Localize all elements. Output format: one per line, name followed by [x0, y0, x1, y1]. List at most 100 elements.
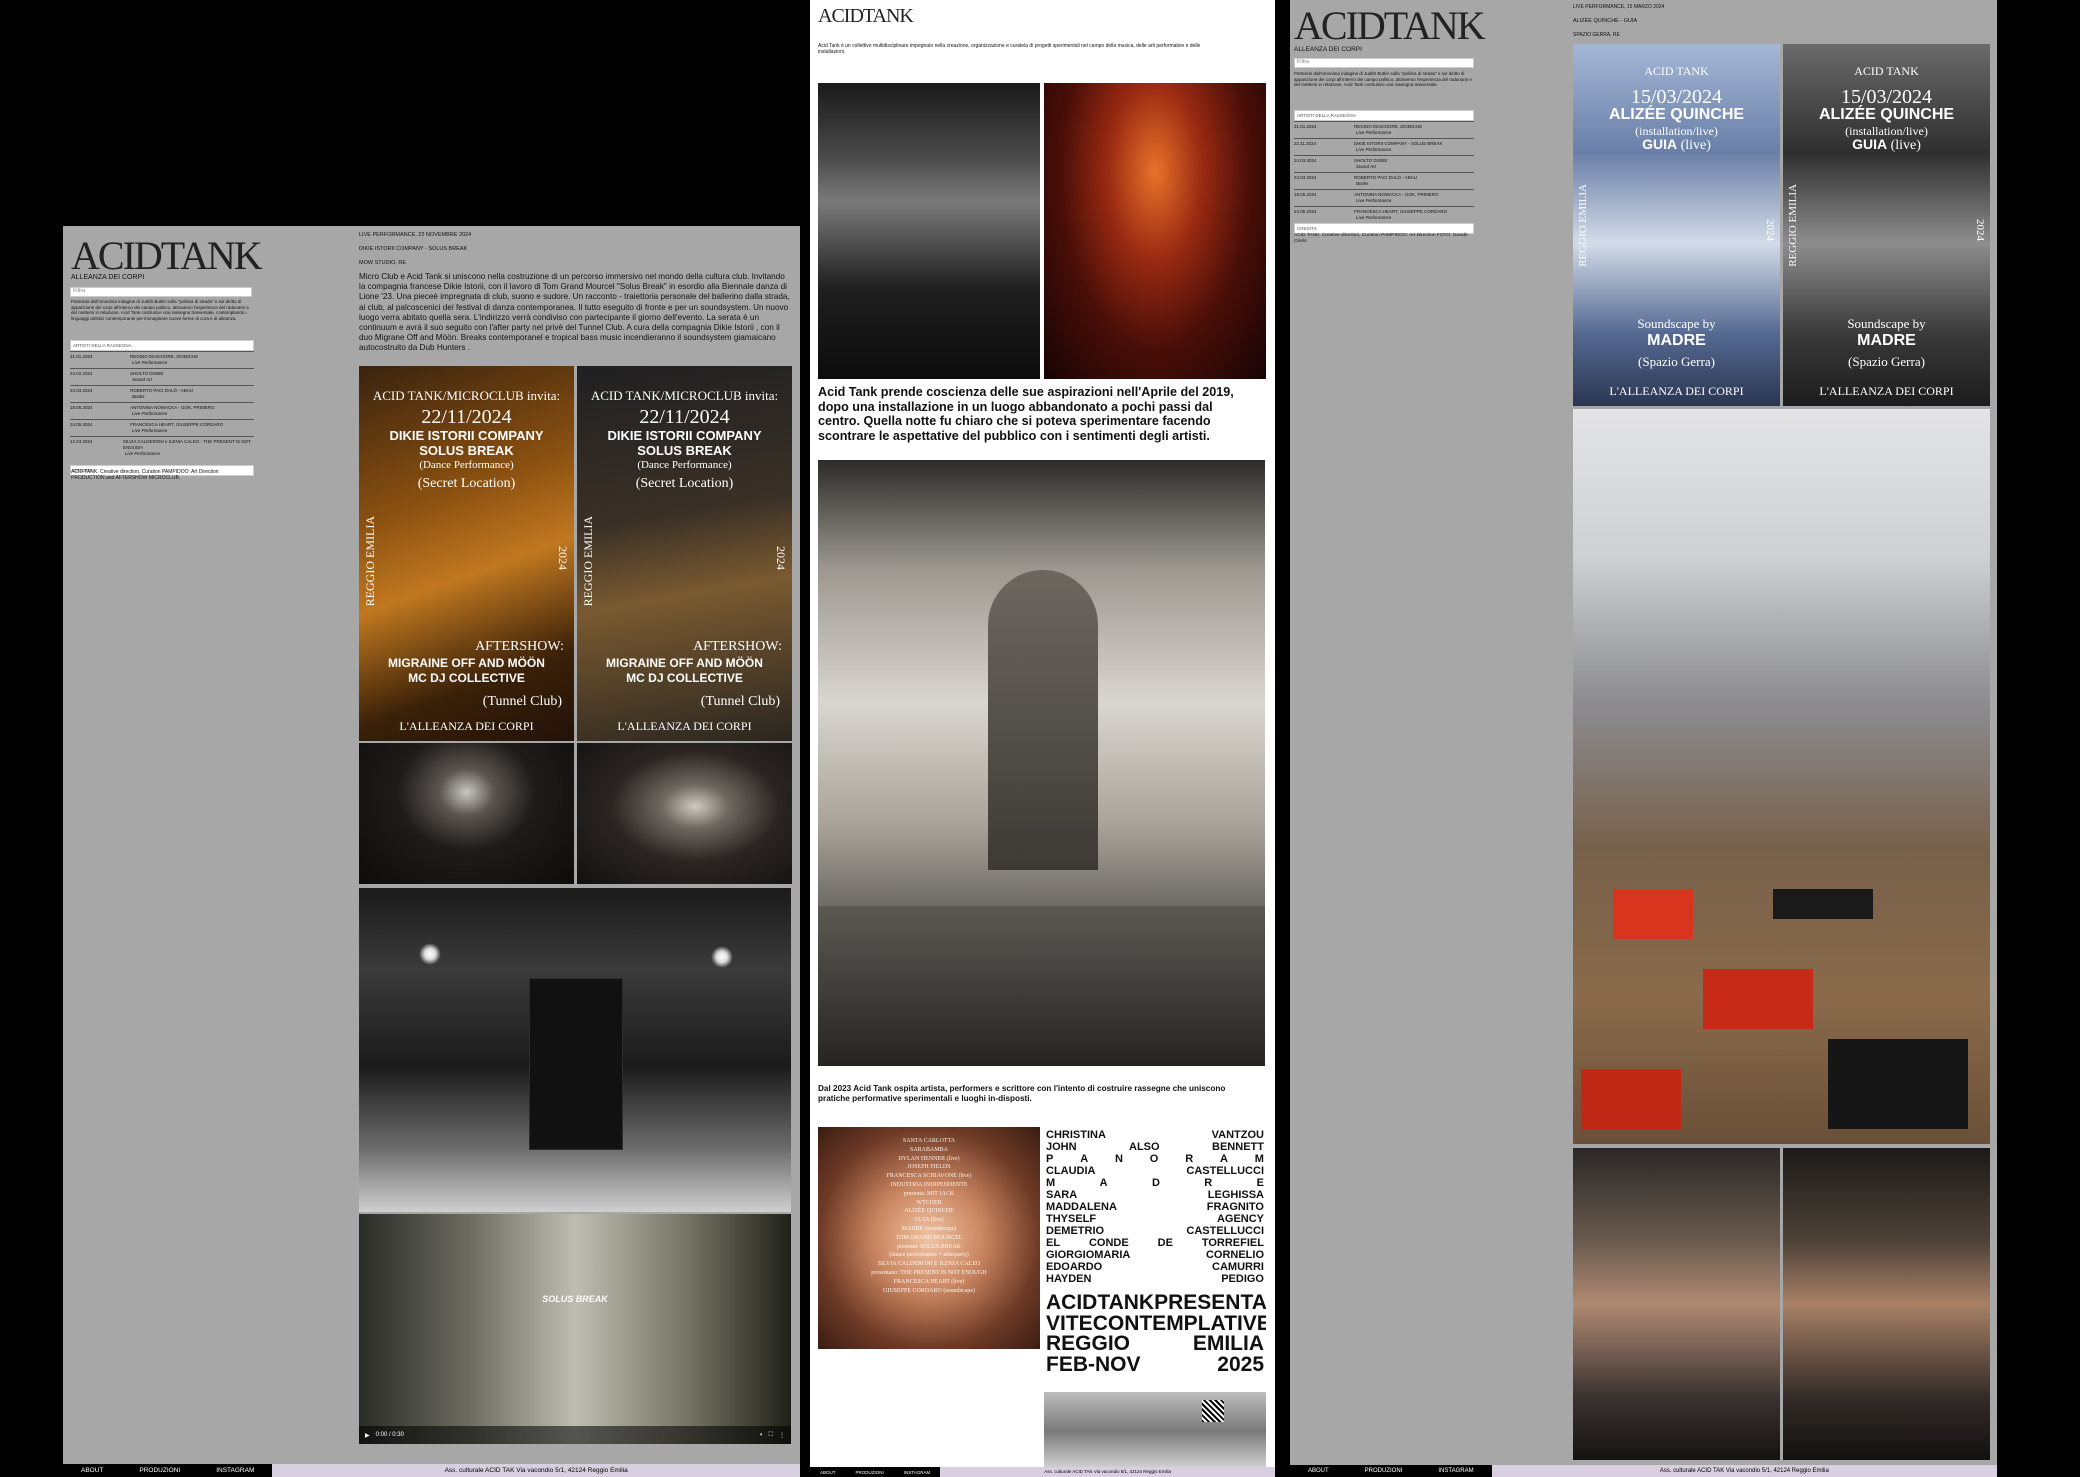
artist-list-header: ARTISTI DELLA RASSEGNA [1294, 110, 1474, 121]
more-icon[interactable]: ⋮ [779, 1432, 785, 1439]
artist-list-item[interactable]: 31.01.2024 REGINO MAGGIORE, ZIOMICHE Live … [1294, 121, 1474, 138]
program-line: FRANCESCA HEART (live) [893, 1278, 965, 1285]
site-logo[interactable]: ACIDTANK [71, 236, 263, 276]
abandoned-hall-photo[interactable] [818, 83, 1040, 379]
lineup-name: MADDALENA [1046, 1201, 1117, 1213]
program-line: SARABAMBA [909, 1146, 948, 1153]
artist-list-item[interactable]: 18.05.2024 ANTONINA NOWACKA - GOK, PRIMER… [70, 402, 254, 419]
artist-list: ARTISTI DELLA RASSEGNA 31.01.2024 REGINO … [70, 340, 254, 476]
lineup-name: A [1080, 1153, 1089, 1165]
artist-name: DIKIE ISTORII COMPANY - SOLUS BREAK Live … [1354, 141, 1443, 153]
site-logo[interactable]: ACIDTANK [1294, 6, 1486, 46]
lineup-name: P [1046, 1153, 1054, 1165]
performance-photo-2[interactable] [577, 743, 792, 884]
site-logo[interactable]: ACIDTANK [818, 6, 914, 26]
filter-input[interactable]: Filtra [70, 287, 252, 297]
lineup-row: JOHN ALSO BENNETT [1046, 1141, 1264, 1153]
artist-date: 24.05.2024 [1294, 209, 1317, 214]
lineup-name: A [1099, 1177, 1108, 1189]
event-poster-alt[interactable]: ACID TANK/MICROCLUB invita: 22/11/2024 D… [577, 366, 792, 741]
program-line: WTCHER [916, 1199, 942, 1206]
season-poster[interactable]: CHRISTINA VANTZOU JOHN ALSO BENNETT P A N O R A M CL… [1044, 1127, 1266, 1474]
stage-light [419, 943, 441, 965]
poster-date: 22/11/2024 [639, 406, 730, 428]
video-time: 0:00 / 0:30 [375, 1432, 404, 1438]
lineup-row: PANORAM [1046, 1153, 1264, 1165]
artist-list-item[interactable]: 24.05.2024 FRANCESCA HEART, GIUSEPPE CORD… [1294, 206, 1474, 223]
artist-title: DIKIE ISTORII COMPANY - SOLUS BREAK [1354, 141, 1443, 146]
lineup-name: VANTZOU [1211, 1129, 1264, 1141]
qr-code-icon[interactable] [1202, 1400, 1224, 1422]
lineup-name: SARA [1046, 1189, 1078, 1201]
artist-list-item[interactable]: 24.02.2024 SHOLTO DOBIE Sound Art [70, 368, 254, 385]
lineup-name: CLAUDIA [1046, 1165, 1096, 1177]
artist-title: FRANCESCA HEART, GIUSEPPE CORDARO [130, 422, 224, 427]
fullscreen-icon[interactable]: ⛶ [769, 1432, 773, 1439]
poster-company: DIKIE ISTORII COMPANY [607, 428, 762, 443]
artist-title: ANTONINA NOWACKA - GOK, PRIMERO [130, 405, 215, 410]
artist-list-item[interactable]: 24.03.2024 ROBERTO PACI DALÒ - ABAU Books [70, 385, 254, 402]
artist-name: ROBERTO PACI DALÒ - ABAU Books [1354, 175, 1417, 187]
nav-produzioni[interactable]: PRODUZIONI [846, 1470, 894, 1475]
red-church-photo[interactable] [1044, 83, 1266, 379]
nav-about[interactable]: ABOUT [1290, 1468, 1347, 1474]
soundsystem-photo[interactable] [359, 888, 791, 1212]
chapel-photo[interactable] [818, 460, 1265, 1066]
artist-name: REGINO MAGGIORE, ZIOMICHE Live Performanc… [130, 354, 198, 366]
panel-alizee-quinche: ACIDTANK ALLEANZA DEI CORPI Filtra Parte… [1290, 0, 1997, 1477]
nav-instagram[interactable]: INSTAGRAM [1420, 1468, 1491, 1474]
poster-venue: (Spazio Gerra) [1848, 354, 1925, 369]
headline-word: CONTEMPLATIVE: [1092, 1311, 1266, 1335]
lineup-name: THYSELF [1046, 1213, 1097, 1225]
poster-guest: GUIA [1852, 136, 1888, 152]
video-player[interactable]: SOLUS BREAK ▶ 0:00 / 0:30 ◖ ⛶ ⋮ [359, 1214, 791, 1444]
artist-title: ANTONINA NOWACKA - GOK, PRIMERO [1354, 192, 1439, 197]
lineup-name: GIORGIOMARIA [1046, 1249, 1131, 1261]
headline-word: PRESENTA [1154, 1291, 1266, 1314]
artist-list-item[interactable]: 24.03.2024 ROBERTO PACI DALÒ - ABAU Books [1294, 172, 1474, 189]
event-poster[interactable]: ACID TANK 15/03/2024 ALIZÉE QUINCHE (ins… [1573, 44, 1780, 406]
program-line: DYLAN HENNER (live) [898, 1155, 960, 1162]
artist-kind: Sound Art [132, 377, 152, 382]
installation-photo[interactable] [1573, 409, 1990, 1144]
nav-instagram[interactable]: INSTAGRAM [198, 1467, 272, 1474]
artist-list-item[interactable]: 24.05.2024 FRANCESCA HEART, GIUSEPPE CORD… [70, 419, 254, 436]
artist-title: ROBERTO PACI DALÒ - ABAU [1354, 175, 1418, 180]
artist-list-item[interactable]: 18.05.2024 ANTONINA NOWACKA - GOK, PRIMER… [1294, 189, 1474, 206]
video-overlay-title: SOLUS BREAK [542, 1294, 608, 1304]
nav-about[interactable]: ABOUT [810, 1470, 846, 1475]
artist-list-item[interactable]: 24.03.2024 SHOLTO DOBIE Sound Art [1294, 155, 1474, 172]
poster-djs: MIGRAINE OFF AND MÖÖN [606, 656, 763, 670]
artist-kind: Live Performance [124, 451, 161, 456]
performance-photo[interactable] [359, 743, 574, 884]
event-poster[interactable]: ACID TANK/MICROCLUB invita: 22/11/2024 D… [359, 366, 574, 741]
poster-guest-note: (live) [1890, 138, 1921, 153]
nav-about[interactable]: ABOUT [63, 1467, 121, 1474]
lineup-name: E [1256, 1177, 1264, 1189]
artist-list-item[interactable]: 22.11.2024 DIKIE ISTORII COMPANY - SOLUS … [1294, 138, 1474, 155]
headline-row: REGGIO EMILIA [1046, 1332, 1264, 1355]
headline-word: EMILIA [1192, 1332, 1264, 1355]
nav-produzioni[interactable]: PRODUZIONI [1347, 1468, 1421, 1474]
artist-list-item[interactable]: 31.01.2024 REGINO MAGGIORE, ZIOMICHE Live … [70, 351, 254, 368]
nav-instagram[interactable]: INSTAGRAM [894, 1470, 940, 1475]
season-poster-texture [1044, 1392, 1266, 1470]
performer-photo[interactable] [1573, 1148, 1780, 1460]
headline-word: REGGIO [1046, 1332, 1131, 1355]
volume-icon[interactable]: ◖ [759, 1432, 763, 1438]
event-poster-alt[interactable]: ACID TANK 15/03/2024 ALIZÉE QUINCHE (ins… [1783, 44, 1990, 406]
lineup-row: EDOARDO CAMURRI [1046, 1261, 1264, 1273]
lineup-name: EDOARDO [1046, 1261, 1103, 1273]
speaker-stack [529, 978, 623, 1150]
performer-photo-2[interactable] [1783, 1148, 1990, 1460]
poster-footer: L'ALLEANZA DEI CORPI [617, 719, 752, 733]
nav-produzioni[interactable]: PRODUZIONI [121, 1467, 198, 1474]
program-poster[interactable]: SANTA CARLOTTA SARABAMBA DYLAN HENNER (liv… [818, 1127, 1040, 1349]
stage-light-2 [711, 946, 733, 968]
play-icon[interactable]: ▶ [365, 1432, 370, 1439]
footer-address: Ass. culturale ACID TAK Via vacondio 5/1… [1491, 1465, 1997, 1477]
poster-city: REGGIO EMILIA [363, 516, 377, 607]
artist-name: ANTONINA NOWACKA - GOK, PRIMERO Live Perf… [130, 405, 215, 417]
artist-list-item[interactable]: 12.04.2024 SILVIA CALDERONI e ILENIA CALE… [70, 436, 254, 459]
filter-input[interactable]: Filtra [1294, 58, 1474, 68]
